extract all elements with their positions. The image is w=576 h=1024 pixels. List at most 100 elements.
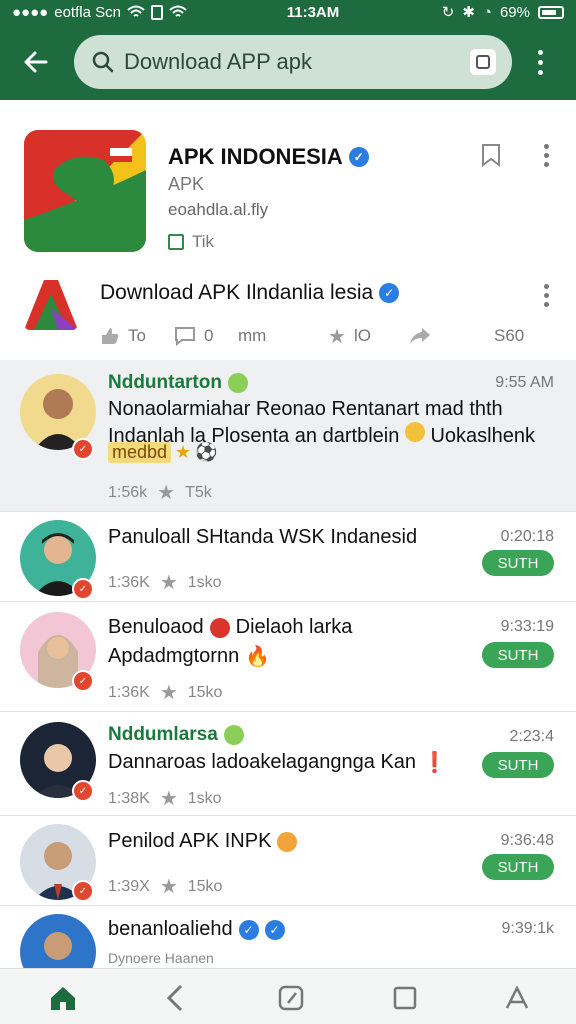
thread-subtitle-text: Dannaroas ladoakelagangnga Kan [108, 751, 417, 773]
thread-stats: 1:36K ★ 1sko [108, 570, 222, 595]
thread-stats: 1:36K ★ 15ko [108, 680, 222, 705]
app-bar: Download APP apk [0, 24, 576, 100]
app-subtitle: APK [168, 174, 205, 194]
wink-emoji-icon [404, 422, 425, 442]
like-count: To [128, 326, 146, 345]
thread-subtitle: Apdadmgtornn 🔥 [108, 644, 270, 669]
smile-emoji-icon [227, 373, 248, 393]
thread-title-text: benanloaliehd [108, 918, 233, 940]
bookmark-icon[interactable] [478, 142, 504, 168]
like-button[interactable]: To [100, 316, 146, 356]
thread-subtitle: Dannaroas ladoakelagangnga Kan ❗ [108, 750, 447, 775]
thread-item[interactable]: ✓ Nddumlarsa Dannaroas ladoakelagangnga … [0, 712, 576, 816]
wifi-icon-2 [169, 5, 187, 17]
thread-action-button[interactable]: SUTH [482, 642, 554, 668]
app-title[interactable]: APK INDONESIA ✓ [168, 144, 369, 170]
exclaim-emoji-icon: ❗ [422, 752, 447, 774]
tabs-icon[interactable] [470, 49, 496, 75]
star-icon: ★ [159, 876, 178, 898]
thread-stats: 1:38K ★ 1sko [108, 786, 222, 811]
thread-item[interactable]: benanloaliehd ✓ ✓ 9:39:1k Dynoere Haanen [0, 906, 576, 990]
battery-icon [538, 5, 564, 19]
square-icon [393, 986, 417, 1010]
app-tag-label: Tik [192, 232, 215, 251]
thread-stars: 15ko [187, 877, 223, 895]
post-more-button[interactable] [544, 284, 549, 307]
star-count: lO [353, 326, 371, 345]
nav-edit-button[interactable] [274, 981, 308, 1015]
nav-profile-button[interactable] [500, 981, 534, 1015]
post-title[interactable]: Download APK Ilndanlia lesia ✓ [100, 281, 400, 305]
thread-stars: T5k [185, 483, 212, 501]
thread-title[interactable]: Penilod APK INPK [108, 830, 298, 853]
share-button[interactable] [408, 316, 432, 356]
post-title-text: Download APK Ilndanlia lesia [100, 281, 374, 304]
grin-emoji-icon [277, 831, 298, 852]
compose-icon [278, 985, 304, 1011]
search-input[interactable]: Download APP apk [74, 35, 512, 89]
thread-stars: 15ko [187, 683, 223, 701]
nav-recents-button[interactable] [388, 981, 422, 1015]
verified-badge-icon-2: ✓ [264, 919, 285, 940]
bluetooth-icon: ✱ [462, 4, 475, 21]
thread-action-button[interactable]: SUTH [482, 550, 554, 576]
app-developer[interactable]: eoahdla.al.fly [168, 200, 268, 220]
thread-action-button[interactable]: SUTH [482, 854, 554, 880]
carrier-label: eotfla Scn [54, 3, 121, 21]
comment-count: 0 [204, 326, 214, 345]
back-button[interactable] [12, 38, 60, 86]
avatar-badge-icon: ✓ [72, 780, 94, 802]
star-icon: ★ [159, 682, 178, 704]
battery-percent: 69% [499, 3, 530, 21]
alarm-icon: ◔ [482, 3, 492, 21]
ball-emoji-icon: ⚽ [195, 442, 218, 462]
thread-title[interactable]: Benuloaod Dielaoh larka [108, 616, 352, 639]
thread-item[interactable]: ✓ Ndduntarton 9:55 AM Nonaolarmiahar Reo… [0, 360, 576, 512]
thumbs-up-icon [102, 328, 119, 344]
thread-stats: 1:56k ★ T5k [108, 480, 212, 505]
app-more-button[interactable] [544, 144, 549, 167]
sim-icon [150, 4, 163, 20]
star-icon: ★ [328, 325, 346, 348]
share-icon [410, 328, 430, 344]
thread-author[interactable]: Nddumlarsa [108, 724, 244, 746]
thread-time: 0:20:18 [500, 528, 554, 545]
comment-button[interactable]: 0 [174, 316, 213, 356]
thread-time: 9:39:1k [501, 920, 554, 937]
thread-stars: 1sko [187, 573, 222, 591]
views-count: mm [238, 326, 267, 345]
thread-author[interactable]: Ndduntarton [108, 372, 248, 394]
thread-likes: 1:38K [108, 789, 150, 807]
nav-home-button[interactable] [46, 981, 80, 1015]
app-tag: Tik [168, 232, 214, 252]
thread-likes: 1:36K [108, 683, 150, 701]
thread-title[interactable]: benanloaliehd ✓ ✓ [108, 918, 285, 941]
nav-back-button[interactable] [158, 981, 192, 1015]
thread-time: 9:36:48 [500, 832, 554, 849]
thread-item[interactable]: ✓ Panuloall SHtanda WSK Indanesid 0:20:1… [0, 512, 576, 602]
app-logo[interactable] [24, 130, 146, 252]
verified-badge-icon: ✓ [238, 919, 259, 940]
profile-icon [505, 985, 529, 1009]
thread-title-text: Benuloaod [108, 616, 204, 638]
thread-likes: 1:36K [108, 573, 150, 591]
thread-title[interactable]: Panuloall SHtanda WSK Indanesid [108, 526, 417, 549]
status-bar: ●●●● eotfla Scn 11:3AM ↻ ✱ ◔ 69% [0, 0, 576, 24]
indonesia-map-logo-icon [24, 130, 146, 252]
thread-tag-row: medbd ★ ⚽ [108, 442, 218, 463]
thread-item[interactable]: ✓ Benuloaod Dielaoh larka Apdadmgtornn 🔥… [0, 602, 576, 712]
thread-time: 9:55 AM [495, 374, 554, 391]
star-button[interactable]: ★ lO [328, 316, 371, 356]
arrow-left-icon [24, 51, 48, 73]
chevron-left-icon [166, 984, 183, 1012]
overflow-menu-button[interactable] [530, 49, 550, 75]
app-title-text: APK INDONESIA [168, 144, 343, 169]
thread-action-button[interactable]: SUTH [482, 752, 554, 778]
thread-item[interactable]: ✓ Penilod APK INPK 9:36:48 SUTH 1:39X ★ … [0, 816, 576, 906]
thread-stats: 1:39X ★ 15ko [108, 874, 222, 899]
thread-tag[interactable]: medbd [108, 442, 172, 463]
thread-title-text: Penilod APK INPK [108, 830, 272, 852]
star-icon: ★ [157, 482, 176, 504]
thread-time: 9:33:19 [500, 618, 554, 635]
app-card: APK INDONESIA ✓ APK eoahdla.al.fly Tik D… [0, 100, 576, 360]
